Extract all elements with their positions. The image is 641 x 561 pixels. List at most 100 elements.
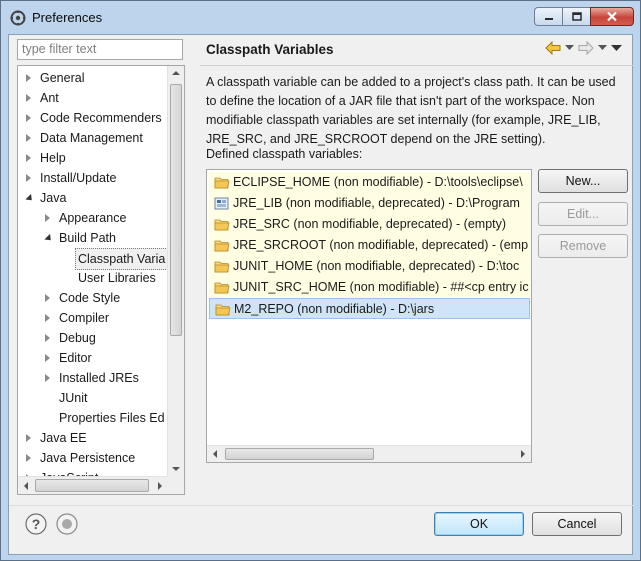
minimize-button[interactable] xyxy=(534,7,562,26)
collapsed-chevron-icon[interactable] xyxy=(45,354,50,362)
variable-row[interactable]: JRE_LIB (non modifiable, deprecated) - D… xyxy=(209,193,530,214)
page-navigation xyxy=(545,41,622,55)
collapsed-chevron-icon[interactable] xyxy=(26,454,31,462)
ok-button[interactable]: OK xyxy=(434,512,524,536)
preferences-window: Preferences type filter text General Ant C… xyxy=(0,0,641,561)
scroll-down-icon[interactable] xyxy=(172,466,180,472)
variable-text: JRE_LIB (non modifiable, deprecated) - D… xyxy=(233,196,520,210)
tree-item-label: Compiler xyxy=(59,311,110,325)
list-horizontal-scroll-thumb[interactable] xyxy=(225,448,374,460)
collapsed-chevron-icon[interactable] xyxy=(45,334,50,342)
title-bar[interactable]: Preferences xyxy=(1,1,640,34)
new-button[interactable]: New... xyxy=(538,169,628,193)
collapsed-chevron-icon[interactable] xyxy=(26,174,31,182)
variable-row[interactable]: JRE_SRCROOT (non modifiable, deprecated)… xyxy=(209,235,530,256)
scroll-left-icon[interactable] xyxy=(23,482,29,490)
variable-row[interactable]: JUNIT_SRC_HOME (non modifiable) - ##<cp … xyxy=(209,277,530,298)
variable-text: M2_REPO (non modifiable) - D:\jars xyxy=(234,302,435,316)
collapsed-chevron-icon[interactable] xyxy=(26,434,31,442)
forward-menu-chevron-icon xyxy=(598,45,607,50)
tree-item-label: Classpath Varia xyxy=(75,248,168,270)
folder-icon xyxy=(214,282,230,294)
folder-icon xyxy=(214,177,230,189)
pane-divider[interactable] xyxy=(187,35,199,505)
back-menu-chevron-icon[interactable] xyxy=(565,45,574,51)
tree-horizontal-scrollbar[interactable] xyxy=(18,476,168,494)
expanded-chevron-icon[interactable] xyxy=(44,233,54,244)
scroll-right-icon[interactable] xyxy=(520,450,526,458)
tree-item-label: Java Persistence xyxy=(40,451,136,465)
folder-icon xyxy=(215,304,231,316)
footer-separator xyxy=(9,505,634,506)
variables-list-label: Defined classpath variables: xyxy=(206,147,363,161)
collapsed-chevron-icon[interactable] xyxy=(45,214,50,222)
collapsed-chevron-icon[interactable] xyxy=(45,314,50,322)
tree-item-label: Installed JREs xyxy=(59,371,139,385)
tree-item-label: User Libraries xyxy=(78,271,156,285)
svg-text:?: ? xyxy=(32,516,41,532)
scroll-corner xyxy=(167,476,184,494)
scroll-right-icon[interactable] xyxy=(157,482,163,490)
tree-item-label: Code Recommenders xyxy=(40,111,162,125)
variable-text: JRE_SRC (non modifiable, deprecated) - (… xyxy=(233,217,507,231)
view-menu-chevron-icon[interactable] xyxy=(611,44,622,52)
variable-row[interactable]: JRE_SRC (non modifiable, deprecated) - (… xyxy=(209,214,530,235)
expanded-chevron-icon[interactable] xyxy=(25,193,35,204)
help-icon[interactable]: ? xyxy=(25,513,47,535)
cancel-button[interactable]: Cancel xyxy=(532,512,622,536)
collapsed-chevron-icon[interactable] xyxy=(45,294,50,302)
maximize-button[interactable] xyxy=(562,7,590,26)
minimize-icon xyxy=(544,17,553,20)
variable-text: JRE_SRCROOT (non modifiable, deprecated)… xyxy=(233,238,529,252)
preference-tree[interactable]: General Ant Code Recommenders Data Manageme… xyxy=(17,65,185,495)
back-arrow-icon[interactable] xyxy=(545,41,561,55)
folder-icon xyxy=(214,219,230,231)
window-title: Preferences xyxy=(32,10,103,25)
tree-horizontal-scroll-thumb[interactable] xyxy=(35,479,149,492)
forward-arrow-icon xyxy=(578,41,594,55)
variable-row[interactable]: JUNIT_HOME (non modifiable, deprecated) … xyxy=(209,256,530,277)
close-button[interactable] xyxy=(590,7,634,26)
scroll-up-icon[interactable] xyxy=(172,70,180,76)
collapsed-chevron-icon[interactable] xyxy=(26,114,31,122)
tree-items: General Ant Code Recommenders Data Manageme… xyxy=(18,66,168,476)
page-description: A classpath variable can be added to a p… xyxy=(206,75,616,146)
list-horizontal-scrollbar[interactable] xyxy=(207,445,531,462)
import-export-icon[interactable] xyxy=(56,513,78,535)
tree-item-label: JavaScript xyxy=(40,468,98,476)
filter-input[interactable]: type filter text xyxy=(17,39,183,60)
variable-text: JUNIT_SRC_HOME (non modifiable) - ##<cp … xyxy=(233,280,529,294)
tree-item-label: Editor xyxy=(59,351,92,365)
close-icon xyxy=(607,11,617,22)
tree-item-label: Data Management xyxy=(40,131,143,145)
collapsed-chevron-icon[interactable] xyxy=(26,154,31,162)
remove-button[interactable]: Remove xyxy=(538,234,628,258)
collapsed-chevron-icon[interactable] xyxy=(45,374,50,382)
dialog-body: type filter text General Ant Code Recommen… xyxy=(8,34,634,555)
variable-text: ECLIPSE_HOME (non modifiable) - D:\tools… xyxy=(233,175,523,189)
tree-vertical-scroll-thumb[interactable] xyxy=(170,84,182,336)
edit-button[interactable]: Edit... xyxy=(538,202,628,226)
folder-icon xyxy=(214,261,230,273)
maximize-icon xyxy=(571,11,582,21)
collapsed-chevron-icon[interactable] xyxy=(26,74,31,82)
tree-item-label: Appearance xyxy=(59,211,127,225)
tree-item-label: Help xyxy=(40,151,66,165)
tree-item-label: Install/Update xyxy=(40,171,117,185)
tree-item-label: Build Path xyxy=(59,231,116,245)
jar-icon xyxy=(214,197,229,210)
collapsed-chevron-icon[interactable] xyxy=(26,134,31,142)
classpath-variables-list[interactable]: ECLIPSE_HOME (non modifiable) - D:\tools… xyxy=(206,169,532,463)
variable-row[interactable]: ECLIPSE_HOME (non modifiable) - D:\tools… xyxy=(209,172,530,193)
variable-row[interactable]: M2_REPO (non modifiable) - D:\jars xyxy=(209,298,530,319)
folder-icon xyxy=(214,240,230,252)
tree-item-label: JUnit xyxy=(59,391,88,405)
tree-item-label: Java EE xyxy=(40,431,87,445)
collapsed-chevron-icon[interactable] xyxy=(26,94,31,102)
tree-item-label: Properties Files Ed xyxy=(59,411,165,425)
tree-vertical-scrollbar[interactable] xyxy=(167,66,184,476)
tree-item-label: Debug xyxy=(59,331,96,345)
tree-item-label: Ant xyxy=(40,91,59,105)
scroll-left-icon[interactable] xyxy=(212,450,218,458)
tree-item-label: Code Style xyxy=(59,291,121,305)
